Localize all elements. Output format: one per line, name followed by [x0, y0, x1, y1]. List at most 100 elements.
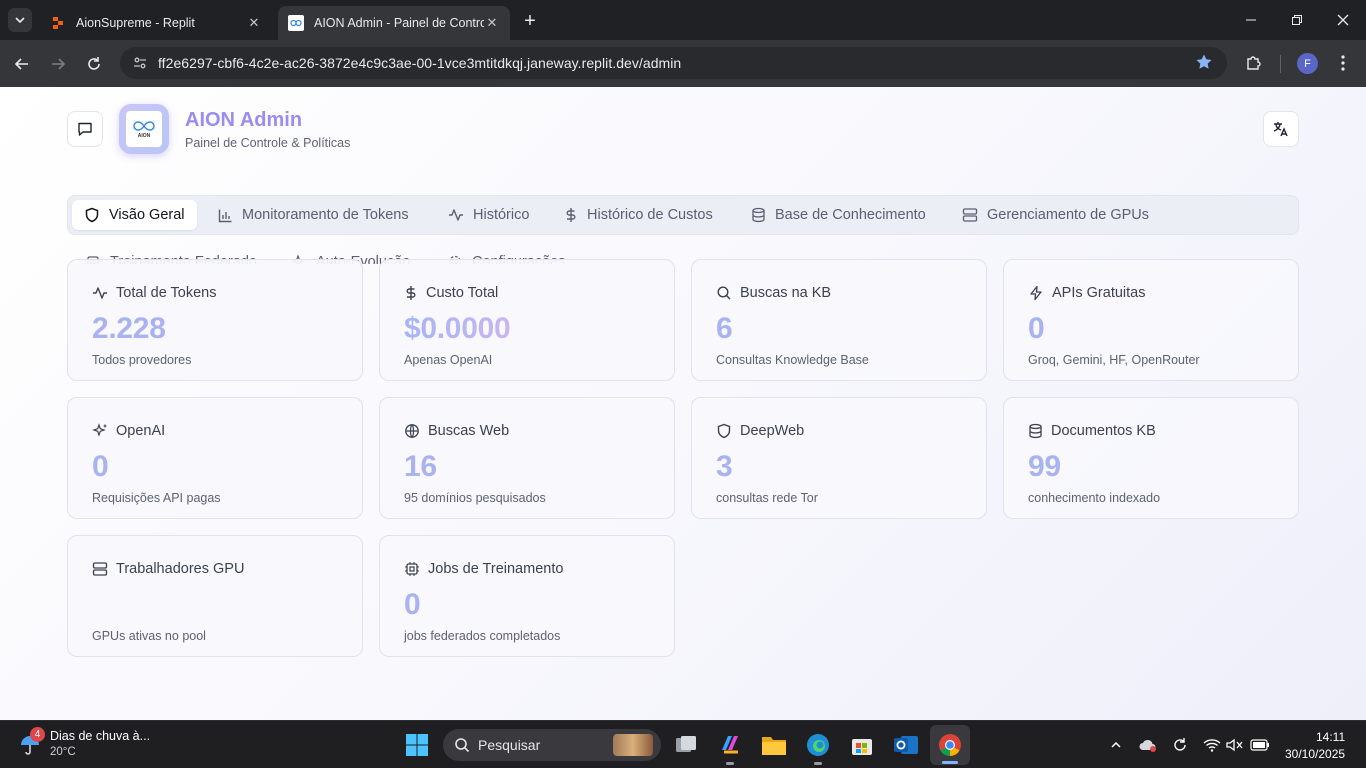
card-value: 2.228: [92, 312, 166, 345]
page-title: AION Admin: [185, 109, 303, 131]
tab-historico-custos[interactable]: Histórico de Custos: [552, 200, 725, 230]
restore-button[interactable]: [1282, 8, 1312, 32]
store-app[interactable]: [848, 731, 876, 759]
card-documentos-kb: Documentos KB 99 conhecimento indexado: [1003, 397, 1299, 519]
logo-text: AION: [137, 132, 151, 139]
card-value: 0: [404, 588, 421, 621]
page-subtitle: Painel de Controle & Políticas: [185, 136, 351, 150]
minimize-button[interactable]: [1236, 8, 1266, 32]
minimize-icon: [1246, 19, 1256, 21]
puzzle-icon: [1247, 56, 1261, 70]
folder-icon: [762, 737, 786, 755]
tab-gerenciamento-gpus[interactable]: Gerenciamento de GPUs: [950, 200, 1161, 230]
reload-button[interactable]: [81, 51, 107, 77]
card-title: APIs Gratuitas: [1052, 285, 1146, 301]
tab-monitoramento-tokens[interactable]: Monitoramento de Tokens: [206, 200, 421, 230]
m365-app[interactable]: [716, 731, 744, 765]
zap-icon: [1030, 285, 1042, 301]
card-subtitle: Todos provedores: [92, 353, 192, 367]
weather-title[interactable]: Dias de chuva à...: [50, 729, 150, 743]
card-value: 99: [1028, 450, 1061, 483]
forward-button[interactable]: [45, 51, 71, 77]
chat-button[interactable]: [67, 111, 103, 147]
task-view-button[interactable]: [672, 731, 700, 759]
toolbar-divider: [1280, 55, 1281, 73]
language-button[interactable]: [1263, 111, 1299, 147]
browser-tab-replit[interactable]: AionSupreme - Replit ✕: [40, 6, 272, 40]
arrow-left-icon: [14, 58, 28, 70]
extensions-button[interactable]: [1242, 51, 1266, 75]
address-bar[interactable]: ff2e6297-cbf6-4c2e-ac26-3872e4c9c3ae-00-…: [120, 47, 1227, 79]
card-openai: OpenAI 0 Requisições API pagas: [67, 397, 363, 519]
restore-icon: [1292, 15, 1302, 25]
dollar-icon: [406, 286, 416, 300]
clock-time[interactable]: 14:11: [1316, 730, 1345, 744]
wifi-tray[interactable]: [1202, 735, 1222, 755]
url-text: ff2e6297-cbf6-4c2e-ac26-3872e4c9c3ae-00-…: [158, 55, 682, 71]
m365-copilot-icon: [722, 736, 738, 754]
close-window-button[interactable]: [1328, 8, 1358, 32]
tab-label: Histórico: [473, 207, 530, 223]
browser-tab-aion-admin[interactable]: AION Admin - Painel de Controle ✕: [278, 6, 510, 40]
taskbar-search[interactable]: Pesquisar: [443, 729, 661, 761]
start-button[interactable]: [405, 733, 429, 757]
tab-label: Histórico de Custos: [587, 207, 713, 223]
sparkles-icon: [92, 423, 107, 437]
close-icon[interactable]: ✕: [484, 15, 500, 31]
card-value: 6: [716, 312, 733, 345]
back-button[interactable]: [9, 51, 35, 77]
volume-tray[interactable]: [1225, 735, 1245, 755]
activity-icon: [93, 287, 107, 299]
dollar-icon: [566, 208, 576, 222]
tab-title: AionSupreme - Replit: [76, 16, 195, 30]
card-title: Buscas na KB: [740, 285, 832, 301]
tab-search-button[interactable]: [8, 8, 32, 32]
windows-logo-icon: [406, 734, 428, 756]
close-icon[interactable]: ✕: [246, 15, 262, 31]
card-subtitle: GPUs ativas no pool: [92, 629, 206, 643]
card-apis-gratuitas: APIs Gratuitas 0 Groq, Gemini, HF, OpenR…: [1003, 259, 1299, 381]
wifi-icon: [1203, 739, 1221, 752]
card-value: 3: [716, 450, 733, 483]
shield-icon: [717, 423, 731, 439]
site-info-icon[interactable]: [130, 53, 150, 73]
bookmark-star-icon[interactable]: [1195, 53, 1213, 76]
chrome-app[interactable]: [930, 725, 970, 765]
file-explorer-app[interactable]: [760, 731, 788, 759]
weather-temp: 20°C: [50, 746, 76, 758]
card-value: $0.0000: [404, 312, 511, 345]
show-hidden-icons-button[interactable]: [1106, 735, 1126, 755]
battery-tray[interactable]: [1250, 735, 1270, 755]
new-tab-button[interactable]: +: [519, 10, 541, 32]
profile-avatar[interactable]: F: [1297, 53, 1318, 74]
card-total-tokens: Total de Tokens 2.228 Todos provedores: [67, 259, 363, 381]
sync-tray[interactable]: [1170, 735, 1190, 755]
message-square-icon: [78, 122, 92, 136]
edge-app[interactable]: [804, 731, 832, 765]
card-title: Buscas Web: [428, 423, 510, 439]
tab-historico[interactable]: Histórico: [436, 200, 541, 230]
search-icon: [717, 286, 731, 300]
card-title: OpenAI: [116, 423, 166, 439]
browser-toolbar: ff2e6297-cbf6-4c2e-ac26-3872e4c9c3ae-00-…: [0, 40, 1366, 87]
tab-visao-geral[interactable]: Visão Geral: [72, 200, 197, 230]
tab-base-conhecimento[interactable]: Base de Conhecimento: [739, 200, 938, 230]
card-title: Trabalhadores GPU: [116, 561, 245, 577]
chevron-up-icon: [1111, 741, 1121, 748]
windows-taskbar: 4 Dias de chuva à... 20°C Pesquisar 14:1…: [0, 720, 1366, 768]
card-title: Jobs de Treinamento: [428, 561, 564, 577]
cloud-icon: [1139, 739, 1156, 752]
chevron-down-icon: [15, 17, 25, 24]
card-subtitle: jobs federados completados: [404, 629, 561, 643]
onedrive-tray[interactable]: [1138, 735, 1158, 755]
card-subtitle: 95 domínios pesquisados: [404, 491, 546, 505]
outlook-app[interactable]: [892, 731, 920, 759]
clock-date[interactable]: 30/10/2025: [1285, 747, 1345, 761]
server-icon: [962, 208, 978, 222]
globe-icon: [405, 424, 419, 438]
edge-icon: [807, 734, 829, 756]
tab-label: Base de Conhecimento: [775, 207, 926, 223]
shield-icon: [85, 207, 99, 223]
chrome-icon: [939, 734, 961, 756]
browser-menu-button[interactable]: [1331, 51, 1355, 75]
